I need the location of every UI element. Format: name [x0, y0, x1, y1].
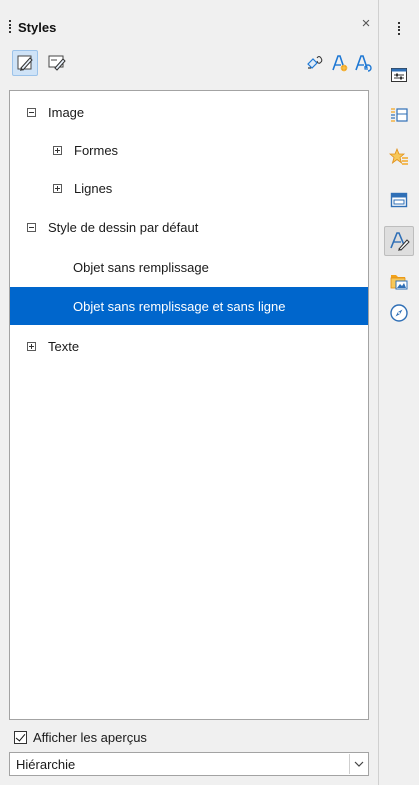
style-filter-dropdown[interactable]: Hiérarchie	[9, 752, 369, 776]
presentation-styles-button[interactable]	[44, 50, 70, 76]
navigator-icon	[390, 304, 408, 322]
drag-handle-icon[interactable]	[9, 20, 11, 33]
style-tree[interactable]: Image Formes Lignes Style de dessin par …	[9, 90, 369, 720]
update-style-icon	[355, 55, 372, 72]
fill-format-mode-button[interactable]	[302, 50, 328, 76]
master-slides-icon	[390, 192, 408, 208]
tree-row-label: Lignes	[74, 180, 113, 196]
style-filter-value: Hiérarchie	[16, 757, 76, 772]
drawing-styles-icon	[17, 55, 33, 71]
tab-properties[interactable]	[384, 60, 414, 90]
expand-icon[interactable]	[53, 184, 62, 193]
close-deck-button[interactable]: ×	[359, 16, 373, 31]
show-previews-label: Afficher les aperçus	[33, 729, 147, 745]
tree-row-lignes[interactable]: Lignes	[10, 169, 368, 207]
tree-row-image[interactable]: Image	[10, 93, 368, 131]
tab-gallery[interactable]	[384, 266, 414, 296]
styles-icon	[390, 232, 410, 251]
show-previews-checkbox[interactable]	[14, 730, 27, 744]
tree-row-label: Image	[48, 104, 85, 120]
tree-row-no-fill-no-line-object[interactable]: Objet sans remplissage et sans ligne	[10, 287, 368, 325]
sidebar-tab-bar	[378, 0, 419, 785]
tree-row-label: Objet sans remplissage et sans ligne	[73, 298, 286, 314]
libreoffice-sidebar: Styles × Image Formes Lignes Style de de…	[0, 0, 419, 785]
presentation-styles-icon	[48, 55, 66, 71]
tree-row-formes[interactable]: Formes	[10, 131, 368, 169]
expand-icon[interactable]	[27, 342, 36, 351]
new-style-from-selection-button[interactable]	[326, 50, 352, 76]
chevron-down-icon	[354, 761, 363, 767]
tab-slide-transition[interactable]	[384, 100, 414, 130]
tree-row-default-drawing-style[interactable]: Style de dessin par défaut	[10, 208, 368, 246]
animation-icon	[389, 147, 408, 165]
tree-row-label: Formes	[74, 142, 119, 158]
properties-icon	[391, 68, 407, 82]
gallery-icon	[390, 275, 408, 290]
expand-icon[interactable]	[53, 146, 62, 155]
show-previews-toggle[interactable]: Afficher les aperçus	[14, 729, 147, 745]
new-style-from-selection-icon	[332, 55, 348, 72]
tree-row-label: Texte	[48, 338, 80, 354]
styles-deck: Styles × Image Formes Lignes Style de de…	[0, 0, 378, 785]
tab-animation[interactable]	[384, 142, 414, 172]
drawing-styles-button[interactable]	[12, 50, 38, 76]
tab-master-slides[interactable]	[384, 185, 414, 215]
tree-row-label: Objet sans remplissage	[73, 259, 209, 275]
sidebar-menu-icon[interactable]	[398, 22, 400, 35]
tab-navigator[interactable]	[384, 298, 414, 328]
deck-title: Styles	[18, 20, 57, 35]
tab-styles[interactable]	[384, 226, 414, 256]
tree-row-label: Style de dessin par défaut	[48, 219, 199, 235]
tree-row-no-fill-object[interactable]: Objet sans remplissage	[10, 248, 368, 286]
collapse-icon[interactable]	[27, 223, 36, 232]
fill-format-mode-icon	[307, 56, 323, 69]
collapse-icon[interactable]	[27, 108, 36, 117]
dropdown-button[interactable]	[349, 754, 367, 774]
deck-title-bar: Styles ×	[0, 0, 378, 38]
tree-row-texte[interactable]: Texte	[10, 327, 368, 365]
styles-toolbar	[0, 50, 378, 82]
update-style-button[interactable]	[350, 50, 376, 76]
slide-transition-icon	[391, 108, 408, 122]
